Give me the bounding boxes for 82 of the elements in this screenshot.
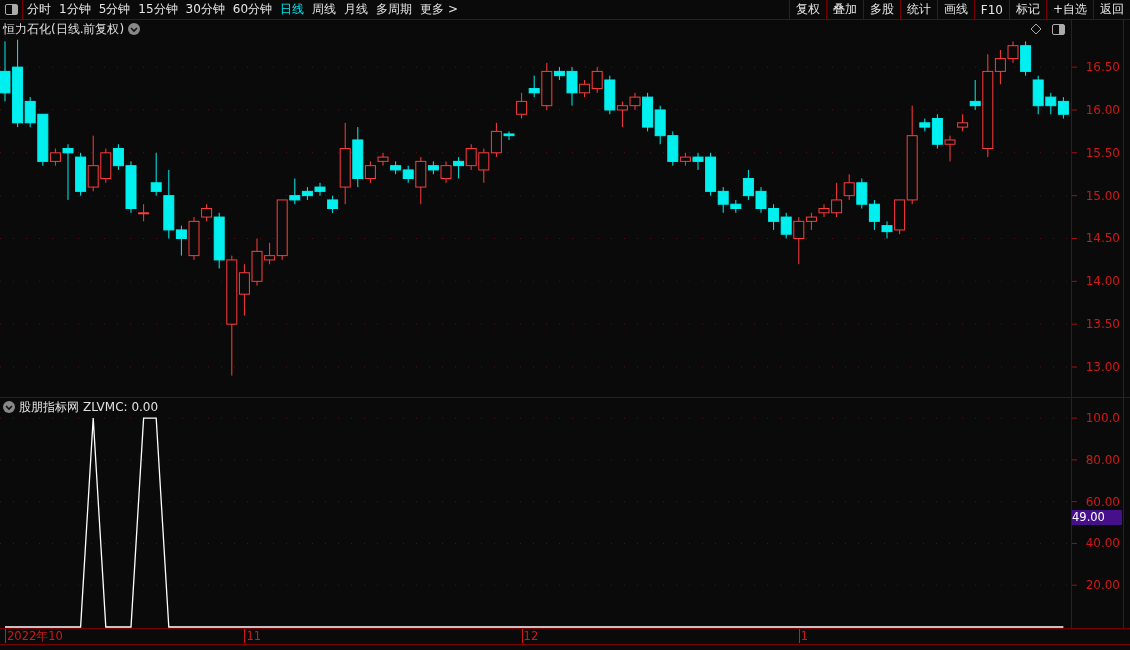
toolbar-button[interactable]: 画线: [936, 0, 974, 19]
value-axis-label: 60.00: [1085, 494, 1120, 509]
date-axis-label: 2022年10: [5, 629, 63, 643]
falling-candle: [969, 79, 981, 111]
falling-candle: [402, 165, 414, 184]
falling-candle: [327, 195, 339, 214]
rising-candle: [478, 148, 490, 184]
period-tab[interactable]: 月线: [340, 0, 373, 19]
falling-candle: [75, 152, 87, 197]
period-tab[interactable]: 60分钟: [228, 0, 277, 19]
date-axis-label: 1: [798, 629, 809, 643]
toolbar-button[interactable]: 复权: [788, 0, 826, 19]
diamond-icon[interactable]: [1030, 23, 1042, 35]
period-tab[interactable]: 5分钟: [94, 0, 135, 19]
falling-candle: [453, 156, 465, 179]
falling-candle: [1057, 96, 1069, 120]
period-tab[interactable]: 多周期: [372, 0, 417, 19]
panel-toggle-icon[interactable]: [1052, 23, 1065, 35]
falling-candle: [654, 105, 666, 145]
stock-title: 恒力石化(日线.前复权): [3, 20, 125, 38]
toolbar-button[interactable]: 统计: [899, 0, 937, 19]
period-tab[interactable]: 分时: [23, 0, 55, 19]
value-axis-label: 80.00: [1085, 452, 1120, 467]
rising-candle: [415, 156, 427, 205]
period-tab[interactable]: 日线: [276, 0, 309, 19]
toolbar-button[interactable]: F10: [973, 0, 1009, 19]
falling-candle: [503, 130, 515, 141]
rising-candle: [541, 62, 553, 111]
falling-candle: [780, 212, 792, 239]
price-axis-label: 13.00: [1085, 360, 1120, 374]
date-axis-label: 12: [521, 629, 539, 643]
falling-candle: [390, 160, 402, 175]
falling-candle: [667, 130, 679, 167]
price-axis-label: 13.50: [1085, 317, 1120, 332]
period-tab[interactable]: 更多 >: [416, 0, 462, 19]
falling-candle: [352, 126, 364, 188]
rising-candle: [516, 92, 528, 120]
toolbar-button[interactable]: 叠加: [825, 0, 863, 19]
price-axis-label: 15.00: [1085, 188, 1120, 203]
rising-candle: [49, 148, 61, 167]
falling-candle: [768, 203, 780, 231]
rising-candle: [465, 143, 477, 171]
falling-candle: [755, 186, 767, 214]
falling-candle: [604, 75, 616, 115]
indicator-reading: ZLVMC: 0.00: [83, 400, 159, 414]
rising-candle: [138, 203, 150, 222]
value-axis-label: 20.00: [1085, 578, 1120, 593]
falling-candle: [62, 143, 74, 201]
value-axis-label: 100.0: [1085, 411, 1120, 426]
price-axis-label: 16.50: [1085, 60, 1120, 75]
dropdown-icon[interactable]: [3, 401, 15, 413]
period-tab[interactable]: 15分钟: [134, 0, 182, 19]
rising-candle: [944, 135, 956, 162]
falling-candle: [314, 182, 326, 197]
value-axis-label: 40.00: [1085, 536, 1120, 551]
price-axis-label: 14.00: [1085, 274, 1120, 289]
falling-candle: [856, 178, 868, 209]
toolbar-button[interactable]: +自选: [1045, 0, 1093, 19]
toolbar-button[interactable]: 标记: [1008, 0, 1046, 19]
toolbar-button[interactable]: 多股: [862, 0, 900, 19]
rising-candle: [440, 160, 452, 184]
period-tab[interactable]: 30分钟: [181, 0, 229, 19]
rising-candle: [957, 113, 969, 132]
period-tab[interactable]: 周线: [308, 0, 341, 19]
price-axis-label: 14.50: [1085, 231, 1120, 246]
falling-candle: [528, 75, 540, 98]
falling-candle: [427, 160, 439, 175]
falling-candle: [213, 212, 225, 269]
current-value-tag: 49.00: [1072, 509, 1122, 525]
falling-candle: [642, 92, 654, 132]
period-tab[interactable]: 1分钟: [55, 0, 95, 19]
falling-candle: [1020, 40, 1032, 77]
indicator-name: 股朋指标网: [19, 398, 79, 416]
date-axis-label: 11: [244, 629, 262, 643]
price-axis-label: 16.00: [1085, 102, 1120, 117]
rising-candle: [679, 152, 691, 167]
toolbar-button[interactable]: 返回: [1093, 0, 1130, 19]
dropdown-icon[interactable]: [128, 23, 141, 35]
rising-candle: [843, 173, 855, 201]
panel-toggle-icon: [4, 4, 18, 15]
price-axis-label: 15.50: [1085, 145, 1120, 160]
rising-candle: [490, 122, 502, 158]
